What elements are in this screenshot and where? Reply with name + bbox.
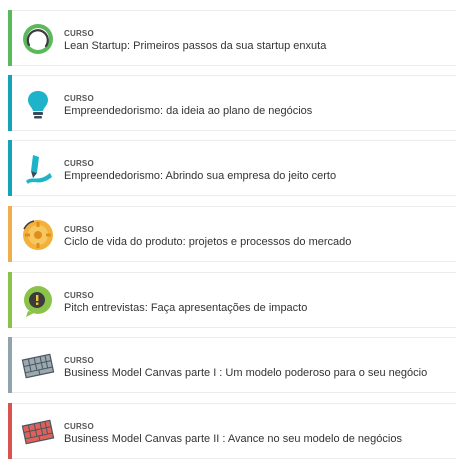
course-kind-label: CURSO [64,159,94,168]
accent-bar [8,272,12,328]
accent-bar [8,10,12,66]
lightbulb-icon [20,86,56,122]
course-kind-label: CURSO [64,29,94,38]
course-card-empreendedorismo-abrindo[interactable]: CURSO Empreendedorismo: Abrindo sua empr… [8,140,456,196]
canvas-icon [20,348,56,384]
accent-bar [8,403,12,459]
course-card-bmc-parte-2[interactable]: CURSO Business Model Canvas parte II : A… [8,403,456,459]
course-title[interactable]: Empreendedorismo: da ideia ao plano de n… [64,105,312,117]
gear-icon [20,217,56,253]
course-card-lean-startup[interactable]: CURSO Lean Startup: Primeiros passos da … [8,10,456,66]
lean-startup-icon [20,21,56,57]
course-card-pitch[interactable]: CURSO Pitch entrevistas: Faça apresentaç… [8,272,456,328]
accent-bar [8,337,12,393]
course-title[interactable]: Business Model Canvas parte II : Avance … [64,433,402,445]
course-kind-label: CURSO [64,225,94,234]
course-title[interactable]: Lean Startup: Primeiros passos da sua st… [64,40,326,52]
course-kind-label: CURSO [64,291,94,300]
course-card-ciclo-de-vida[interactable]: CURSO Ciclo de vida do produto: projetos… [8,206,456,262]
course-card-bmc-parte-1[interactable]: CURSO Business Model Canvas parte I : Um… [8,337,456,393]
accent-bar [8,75,12,131]
course-card-empreendedorismo-ideia[interactable]: CURSO Empreendedorismo: da ideia ao plan… [8,75,456,131]
course-title[interactable]: Pitch entrevistas: Faça apresentações de… [64,302,307,314]
course-list: CURSO Lean Startup: Primeiros passos da … [0,0,456,469]
pen-icon [20,151,56,187]
course-kind-label: CURSO [64,422,94,431]
canvas-icon [20,414,56,450]
course-title[interactable]: Ciclo de vida do produto: projetos e pro… [64,236,351,248]
course-kind-label: CURSO [64,94,94,103]
accent-bar [8,206,12,262]
speech-icon [20,283,56,319]
course-kind-label: CURSO [64,356,94,365]
accent-bar [8,140,12,196]
course-title[interactable]: Empreendedorismo: Abrindo sua empresa do… [64,170,336,182]
course-title[interactable]: Business Model Canvas parte I : Um model… [64,367,427,379]
